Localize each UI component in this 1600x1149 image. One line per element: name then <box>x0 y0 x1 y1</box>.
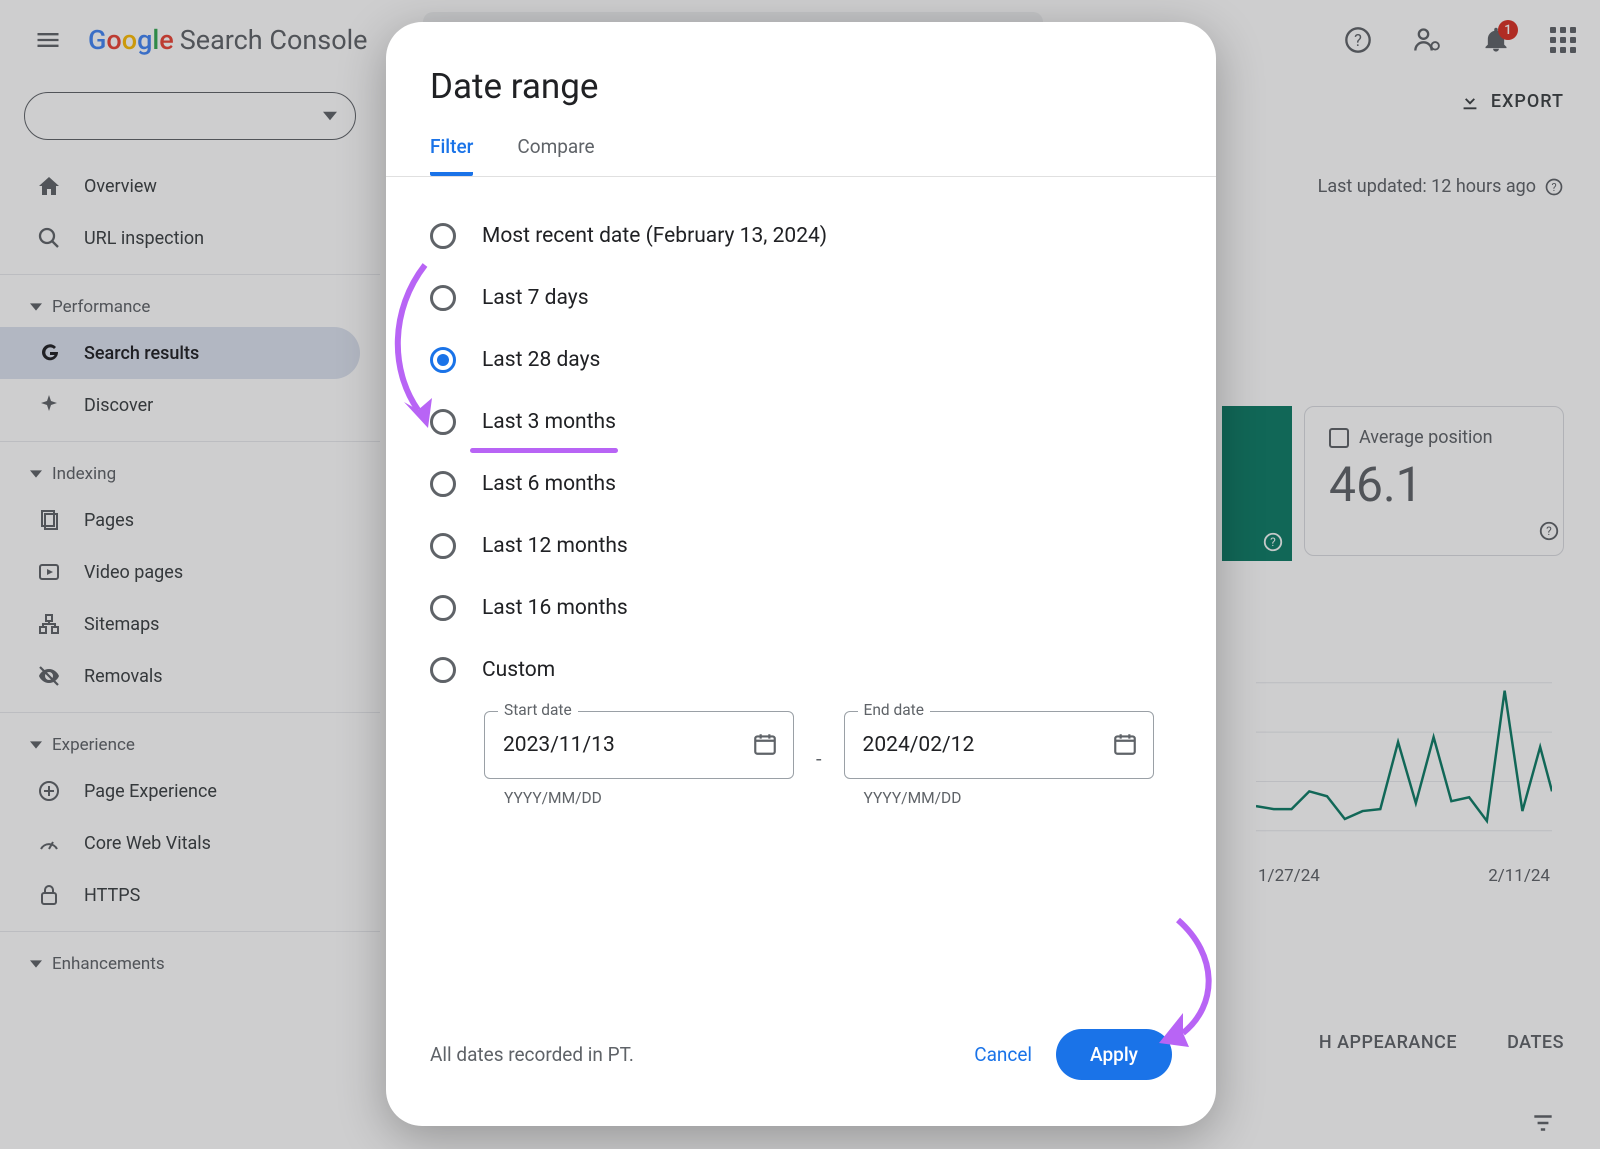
radio-icon <box>430 471 456 497</box>
date-range-dialog: Date range Filter Compare Most recent da… <box>386 22 1216 1126</box>
start-date-field[interactable]: Start date <box>484 711 794 779</box>
timezone-note: All dates recorded in PT. <box>430 1043 634 1066</box>
radio-icon <box>430 223 456 249</box>
option-last-28-days[interactable]: Last 28 days <box>430 329 1172 391</box>
radio-icon <box>430 533 456 559</box>
cancel-button[interactable]: Cancel <box>950 1029 1056 1080</box>
option-custom[interactable]: Custom <box>430 639 1172 701</box>
option-last-6-months[interactable]: Last 6 months <box>430 453 1172 515</box>
end-date-field[interactable]: End date <box>844 711 1154 779</box>
option-most-recent[interactable]: Most recent date (February 13, 2024) <box>430 205 1172 267</box>
calendar-icon[interactable] <box>1112 731 1138 757</box>
annotation-underline <box>470 448 618 453</box>
radio-icon <box>430 285 456 311</box>
radio-icon <box>430 347 456 373</box>
date-format-hint: YYYY/MM/DD <box>844 779 1154 807</box>
end-date-input[interactable] <box>844 711 1154 779</box>
option-last-7-days[interactable]: Last 7 days <box>430 267 1172 329</box>
tab-compare[interactable]: Compare <box>517 135 594 176</box>
dialog-title: Date range <box>430 66 1172 107</box>
tab-filter[interactable]: Filter <box>430 135 473 176</box>
apply-button[interactable]: Apply <box>1056 1029 1172 1080</box>
option-last-12-months[interactable]: Last 12 months <box>430 515 1172 577</box>
option-last-16-months[interactable]: Last 16 months <box>430 577 1172 639</box>
range-separator: - <box>816 747 822 771</box>
dialog-tabs: Filter Compare <box>386 107 1216 177</box>
date-range-options: Most recent date (February 13, 2024) Las… <box>386 177 1216 807</box>
date-format-hint: YYYY/MM/DD <box>484 779 794 807</box>
radio-icon <box>430 657 456 683</box>
radio-icon <box>430 595 456 621</box>
calendar-icon[interactable] <box>752 731 778 757</box>
option-last-3-months[interactable]: Last 3 months <box>430 391 1172 453</box>
start-date-input[interactable] <box>484 711 794 779</box>
radio-icon <box>430 409 456 435</box>
